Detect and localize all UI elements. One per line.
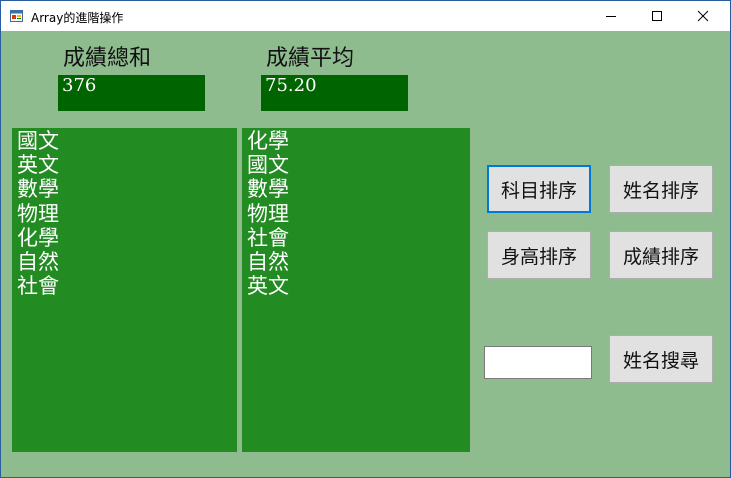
list-item[interactable]: 數學 — [17, 177, 237, 201]
list-item[interactable]: 英文 — [17, 153, 237, 177]
list-item[interactable]: 社會 — [247, 226, 470, 250]
list-item[interactable]: 自然 — [17, 250, 237, 274]
average-value: 75.20 — [261, 75, 408, 111]
name-search-button[interactable]: 姓名搜尋 — [609, 335, 713, 383]
form-icon — [10, 10, 23, 22]
sum-value: 376 — [58, 75, 205, 111]
maximize-button[interactable] — [634, 1, 680, 31]
title-bar[interactable]: Array的進階操作 — [1, 1, 730, 31]
close-icon — [697, 10, 709, 22]
list-item[interactable]: 化學 — [17, 226, 237, 250]
list-item[interactable]: 國文 — [247, 153, 470, 177]
name-sort-button[interactable]: 姓名排序 — [609, 165, 713, 213]
subject-listbox-right[interactable]: 化學 國文 數學 物理 社會 自然 英文 — [242, 128, 470, 452]
app-window: Array的進階操作 成績總和 376 成績平均 75.20 國文 英文 數學 — [0, 0, 731, 478]
list-item[interactable]: 物理 — [17, 202, 237, 226]
list-item[interactable]: 國文 — [17, 129, 237, 153]
search-input[interactable] — [484, 346, 592, 379]
score-sort-button[interactable]: 成績排序 — [609, 231, 713, 279]
window-title: Array的進階操作 — [31, 11, 124, 25]
minimize-button[interactable] — [588, 1, 634, 31]
list-item[interactable]: 化學 — [247, 129, 470, 153]
list-item[interactable]: 社會 — [17, 274, 237, 298]
average-label: 成績平均 — [266, 46, 355, 71]
subject-sort-button[interactable]: 科目排序 — [487, 165, 591, 213]
sum-label: 成績總和 — [63, 46, 152, 71]
close-button[interactable] — [680, 1, 726, 31]
maximize-icon — [652, 11, 662, 21]
height-sort-button[interactable]: 身高排序 — [487, 231, 591, 279]
list-item[interactable]: 英文 — [247, 274, 470, 298]
list-item[interactable]: 數學 — [247, 177, 470, 201]
minimize-icon — [606, 16, 616, 17]
subject-listbox-left[interactable]: 國文 英文 數學 物理 化學 自然 社會 — [12, 128, 237, 452]
form-client-area: 成績總和 376 成績平均 75.20 國文 英文 數學 物理 化學 自然 社會… — [1, 31, 730, 477]
list-item[interactable]: 自然 — [247, 250, 470, 274]
list-item[interactable]: 物理 — [247, 202, 470, 226]
